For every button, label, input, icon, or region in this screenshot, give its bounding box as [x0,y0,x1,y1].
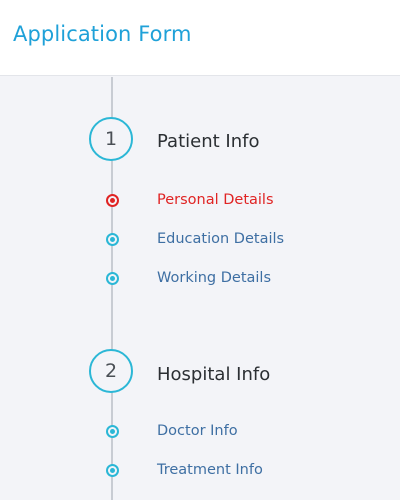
substep-label: Working Details [157,270,272,286]
app-header: Application Form [0,0,400,76]
step-number-badge: 2 [89,349,133,393]
substep-working-details[interactable]: Working Details [106,268,366,288]
substep-label: Education Details [157,231,285,247]
page-title: Application Form [13,22,192,46]
step-dot-icon [106,232,119,246]
stepper-panel: 1 Patient Info Personal Details Educatio… [0,77,400,500]
step-dot-icon [106,271,119,285]
step-title-hospital-info: Hospital Info [157,364,271,385]
substep-label: Personal Details [157,192,274,208]
step-dot-icon [106,424,119,438]
step-number-badge: 1 [89,117,133,161]
substep-label: Treatment Info [157,462,263,478]
substep-education-details[interactable]: Education Details [106,229,366,249]
step-dot-icon [106,463,119,477]
step-title-patient-info: Patient Info [157,131,260,152]
active-step-dot-icon [106,193,119,207]
substep-personal-details[interactable]: Personal Details [106,190,366,210]
substep-doctor-info[interactable]: Doctor Info [106,421,366,441]
substep-label: Doctor Info [157,423,238,439]
substep-treatment-info[interactable]: Treatment Info [106,460,366,480]
